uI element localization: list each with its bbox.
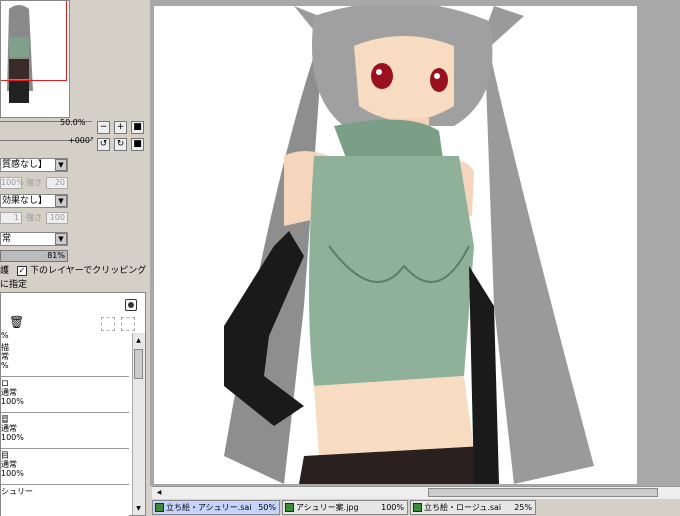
tab-title: 立ち絵・ロージュ.sai xyxy=(424,503,502,512)
rotate-right-button[interactable]: ↻ xyxy=(114,138,127,151)
chevron-down-icon[interactable]: ▼ xyxy=(55,159,67,171)
tab-zoom: 50% xyxy=(258,503,276,512)
tab-document[interactable]: 立ち絵・アシュリー.sai 50% xyxy=(152,500,280,515)
effect-width-field[interactable]: 1 xyxy=(0,212,22,224)
zoom-out-button[interactable]: − xyxy=(97,121,110,134)
effect-strength-label: 強さ xyxy=(26,213,42,222)
tab-title: アシュリー案.jpg xyxy=(296,503,359,512)
reset-icon: ■ xyxy=(133,139,142,149)
layer-name: 冒 xyxy=(1,415,9,424)
chevron-down-icon[interactable]: ▼ xyxy=(55,233,67,245)
image-icon xyxy=(413,503,422,512)
blend-mode-label: 常 xyxy=(2,234,12,244)
clipping-checkbox[interactable]: ✓ xyxy=(17,266,27,276)
layer-opacity: 100% xyxy=(1,433,24,442)
tab-title: 立ち絵・アシュリー.sai xyxy=(166,503,252,512)
drawing-canvas[interactable] xyxy=(154,6,637,484)
image-icon xyxy=(285,503,294,512)
zoom-in-button[interactable]: + xyxy=(114,121,127,134)
effect-label: 効果なし】 xyxy=(2,196,48,206)
reset-icon: ■ xyxy=(133,122,142,132)
clipping-label: 下のレイヤーでクリッピング xyxy=(30,266,147,276)
layer-mode: 通常 xyxy=(1,460,17,469)
canvas-area xyxy=(150,0,680,486)
chevron-down-icon[interactable]: ▼ xyxy=(55,195,67,207)
layer-row[interactable]: 描 常 % xyxy=(1,343,129,377)
layer-row[interactable]: 冒 通常 100% xyxy=(1,415,129,449)
layer-row[interactable]: ロ 通常 100% xyxy=(1,379,129,413)
texture-strength-field[interactable]: 20 xyxy=(46,177,68,189)
tab-zoom: 25% xyxy=(514,503,532,512)
layer-mode: 通常 xyxy=(1,424,17,433)
circle-icon xyxy=(128,302,134,308)
trash-icon[interactable]: 🗑 xyxy=(9,315,24,329)
canvas-hscrollbar[interactable]: ◀ xyxy=(152,486,680,499)
layer-mode: 通常 xyxy=(1,388,17,397)
navigator-view-frame xyxy=(1,1,67,81)
chevron-down-icon[interactable]: ▼ xyxy=(134,505,143,513)
preserve-opacity-label: 護 xyxy=(0,266,10,276)
layer-visibility-button[interactable] xyxy=(125,299,137,311)
layer-mode: 常 xyxy=(1,352,9,361)
tab-document[interactable]: アシュリー案.jpg 100% xyxy=(282,500,408,515)
zoom-value: 50.0% xyxy=(60,118,86,127)
layer-row[interactable]: シュリー xyxy=(1,487,129,516)
layer-name: 描 xyxy=(1,343,9,352)
merge-down-icon[interactable] xyxy=(101,317,115,331)
layer-row[interactable]: 目 通常 100% xyxy=(1,451,129,485)
tab-zoom: 100% xyxy=(381,503,404,512)
tab-document[interactable]: 立ち絵・ロージュ.sai 25% xyxy=(410,500,536,515)
layer-header-pct: % xyxy=(1,331,9,340)
layer-name: シュリー xyxy=(1,487,33,496)
hscroll-thumb[interactable] xyxy=(428,488,658,497)
layer-name: 目 xyxy=(1,451,9,460)
document-tabs: 立ち絵・アシュリー.sai 50% アシュリー案.jpg 100% 立ち絵・ロー… xyxy=(150,499,680,516)
layer-opacity: 100% xyxy=(1,397,24,406)
texture-label: 質感なし】 xyxy=(2,160,48,170)
rotate-left-button[interactable]: ↺ xyxy=(97,138,110,151)
navigator-preview[interactable] xyxy=(0,0,70,118)
rotation-value: +000° xyxy=(68,136,94,145)
layer-panel: 🗑 % 描 常 % ロ 通常 100% 冒 通常 100% 目 通常 100% … xyxy=(0,292,146,516)
layer-scrollbar[interactable]: ▲ ▼ xyxy=(132,333,145,515)
effect-strength-field[interactable]: 100 xyxy=(46,212,68,224)
tool-panel: 50.0% − + ■ +000° ↺ ↻ ■ 質感なし】 ▼ 100% 強さ … xyxy=(0,0,150,516)
opacity-value: 81% xyxy=(47,251,65,260)
rotate-left-icon: ↺ xyxy=(99,139,108,149)
chevron-up-icon[interactable]: ▲ xyxy=(134,337,143,345)
layer-name: ロ xyxy=(1,379,9,388)
scrollbar-thumb[interactable] xyxy=(134,349,143,379)
artwork xyxy=(154,6,637,484)
rotate-reset-button[interactable]: ■ xyxy=(131,138,144,151)
texture-strength-label: 強さ xyxy=(26,178,42,187)
chevron-left-icon[interactable]: ◀ xyxy=(154,488,164,498)
selection-source-label: に指定 xyxy=(0,280,28,290)
image-icon xyxy=(155,503,164,512)
texture-scale-field[interactable]: 100% xyxy=(0,177,24,189)
zoom-reset-button[interactable]: ■ xyxy=(131,121,144,134)
minus-icon: − xyxy=(99,122,108,132)
copy-layer-icon[interactable] xyxy=(121,317,135,331)
opacity-slider[interactable]: 81% xyxy=(0,250,68,262)
rotate-right-icon: ↻ xyxy=(116,139,125,149)
layer-opacity: 100% xyxy=(1,469,24,478)
layer-opacity: % xyxy=(1,361,9,370)
plus-icon: + xyxy=(116,122,125,132)
